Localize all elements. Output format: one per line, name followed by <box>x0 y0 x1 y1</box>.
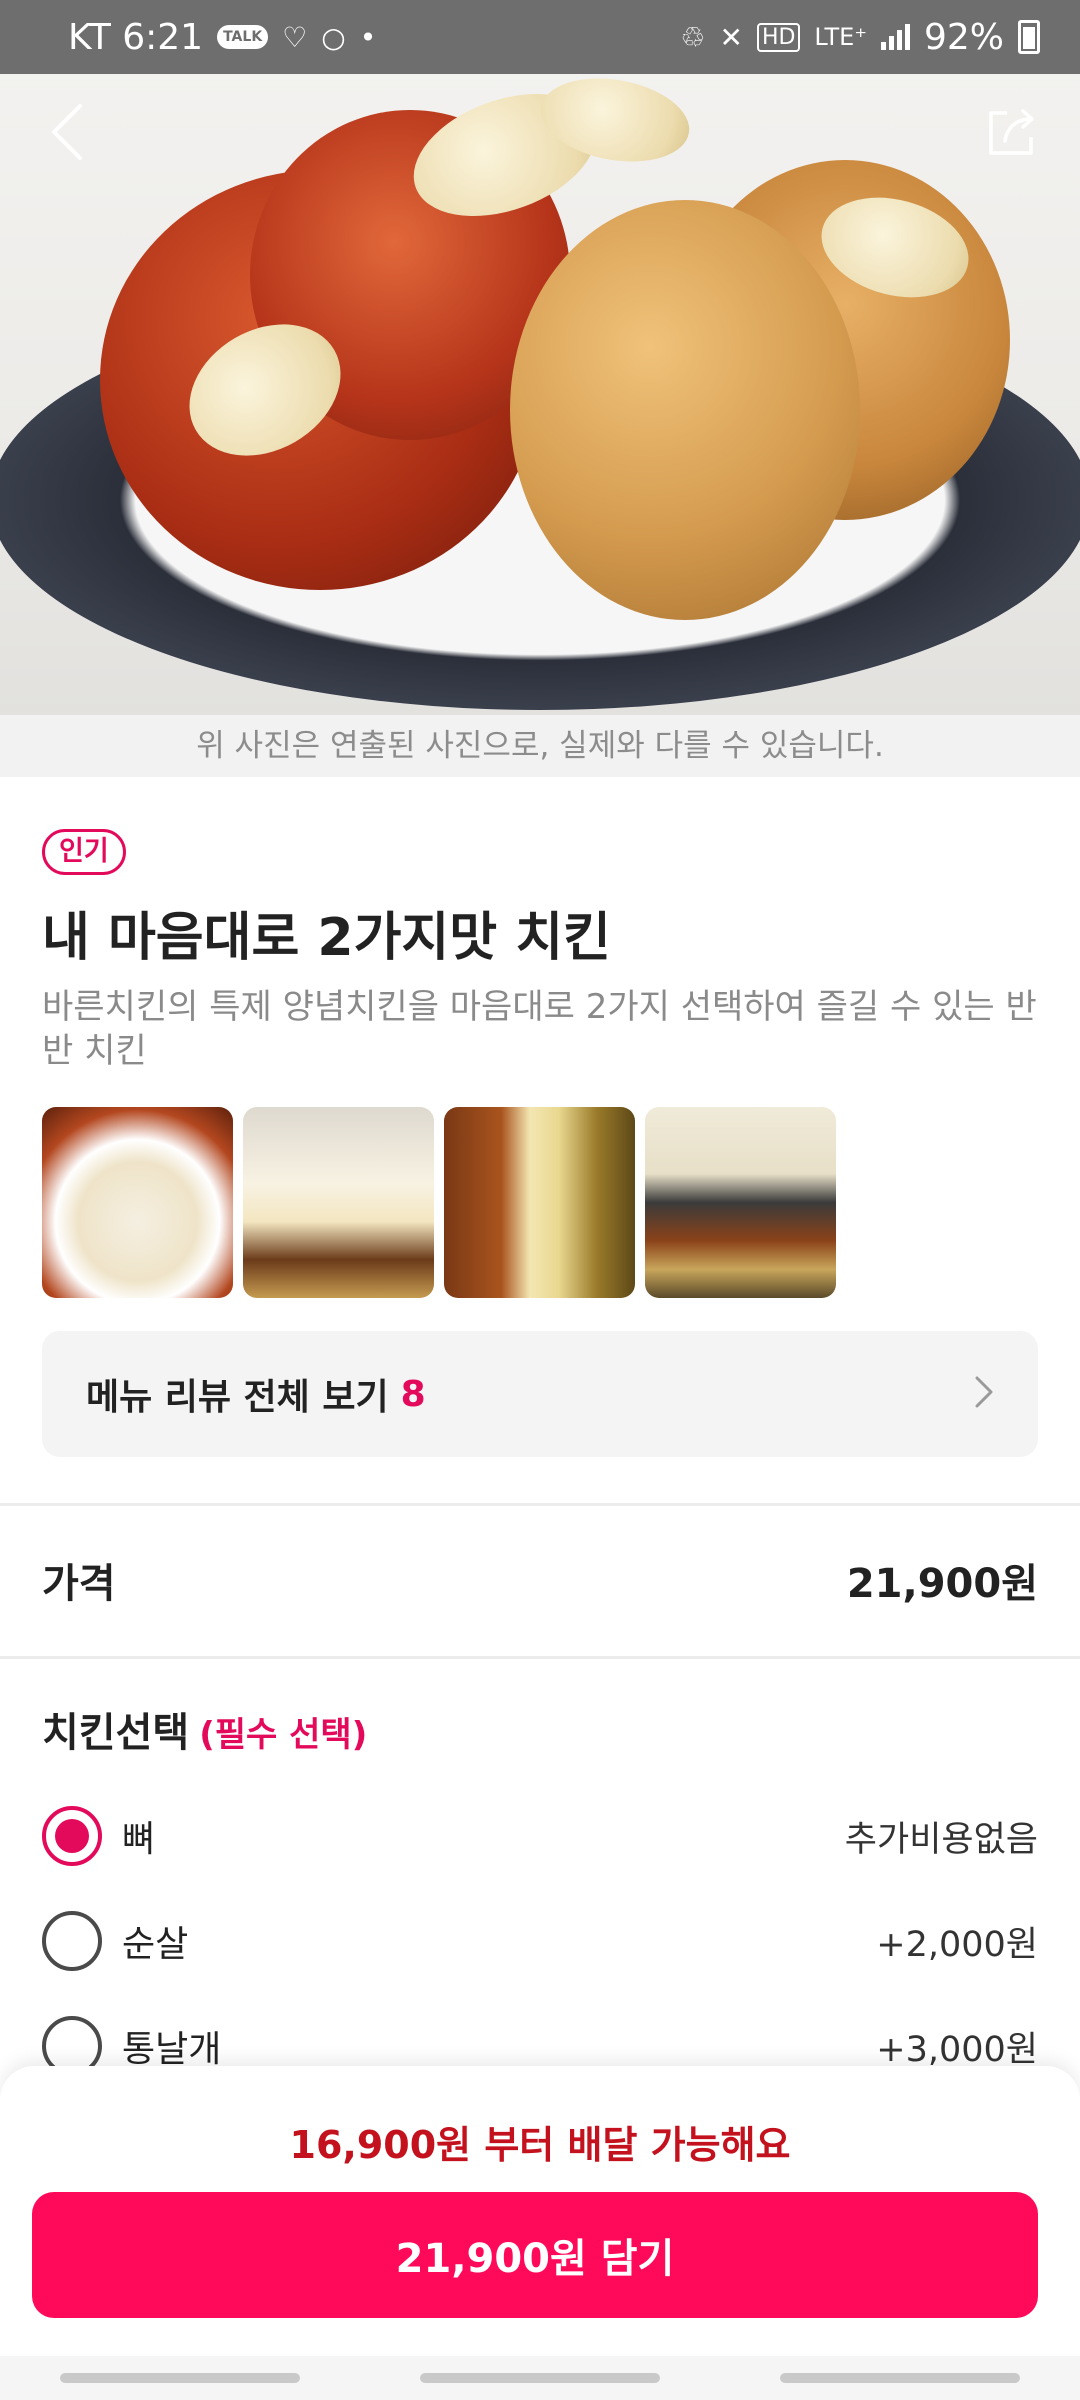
price-label: 가격 <box>42 1561 116 1607</box>
back-button[interactable] <box>36 100 100 164</box>
chevron-right-icon <box>974 1375 994 1413</box>
review-photo-thumbnail[interactable] <box>243 1107 434 1298</box>
review-photo-thumbnail[interactable] <box>645 1107 836 1298</box>
option-boneless[interactable]: 순살 +2,000원 <box>42 1906 1038 1976</box>
share-icon <box>989 109 1034 155</box>
signal-icon <box>880 24 910 50</box>
radio-selected[interactable] <box>42 1806 102 1866</box>
option-group-label: 치킨선택 <box>42 1710 190 1756</box>
radio-unselected[interactable] <box>42 1911 102 1971</box>
back-nav-button[interactable] <box>780 2373 1020 2383</box>
option-price: 추가비용없음 <box>844 1819 1038 1860</box>
required-label: (필수 선택) <box>199 1715 368 1755</box>
battery-icon <box>1018 20 1040 54</box>
price-value: 21,900원 <box>846 1561 1038 1607</box>
review-label: 메뉴 리뷰 전체 보기 <box>86 1377 389 1418</box>
menu-title: 내 마음대로 2가지맛 치킨 <box>42 908 611 968</box>
review-photo-thumbnail[interactable] <box>444 1107 635 1298</box>
system-nav-bar <box>0 2356 1080 2400</box>
talk-icon: TALK <box>217 25 269 49</box>
option-label: 뼈 <box>122 1819 156 1860</box>
divider <box>0 1503 1080 1506</box>
heart-icon: ♡ <box>282 20 308 54</box>
photo-disclaimer: 위 사진은 연출된 사진으로, 실제와 다를 수 있습니다. <box>0 715 1080 777</box>
option-label: 통날개 <box>122 2029 222 2070</box>
carrier-time: KT 6:21 <box>68 16 204 58</box>
lte-icon: LTE⁺ <box>814 23 867 51</box>
view-all-reviews-button[interactable]: 메뉴 리뷰 전체 보기 8 <box>42 1331 1038 1457</box>
review-photo-thumbnail[interactable] <box>42 1107 233 1298</box>
home-button[interactable] <box>420 2373 660 2383</box>
review-count: 8 <box>400 1373 426 1415</box>
mute-icon: ✕ <box>719 20 743 54</box>
min-order-note: 16,900원 부터 배달 가능해요 <box>289 2123 791 2167</box>
divider <box>0 1656 1080 1659</box>
option-label: 순살 <box>122 1924 189 1965</box>
popular-badge: 인기 <box>42 829 126 875</box>
dot-icon: • <box>359 20 377 54</box>
food-illustration <box>510 200 860 620</box>
battery-percent: 92% <box>923 16 1004 58</box>
chevron-left-icon <box>52 104 82 160</box>
recent-apps-button[interactable] <box>60 2373 300 2383</box>
share-button[interactable] <box>980 100 1044 164</box>
recycle-icon: ♲ <box>680 20 706 54</box>
bottom-order-bar: 16,900원 부터 배달 가능해요 21,900원 담기 <box>0 2066 1080 2400</box>
circle-icon: ○ <box>321 20 346 54</box>
add-to-cart-button[interactable]: 21,900원 담기 <box>32 2192 1038 2318</box>
option-group-title: 치킨선택 (필수 선택) <box>42 1700 367 1758</box>
option-bone[interactable]: 뼈 추가비용없음 <box>42 1801 1038 1871</box>
menu-description: 바른치킨의 특제 양념치킨을 마음대로 2가지 선택하여 즐길 수 있는 반반 … <box>42 987 1037 1071</box>
option-price: +3,000원 <box>876 2029 1038 2070</box>
hd-icon: HD <box>756 22 801 52</box>
price-row: 가격 21,900원 <box>42 1540 1038 1620</box>
status-bar: KT 6:21 TALK ♡ ○ • ♲ ✕ HD LTE⁺ 92% <box>0 0 1080 74</box>
option-price: +2,000원 <box>876 1924 1038 1965</box>
hero-image <box>0 0 1080 715</box>
review-photos <box>42 1107 836 1298</box>
